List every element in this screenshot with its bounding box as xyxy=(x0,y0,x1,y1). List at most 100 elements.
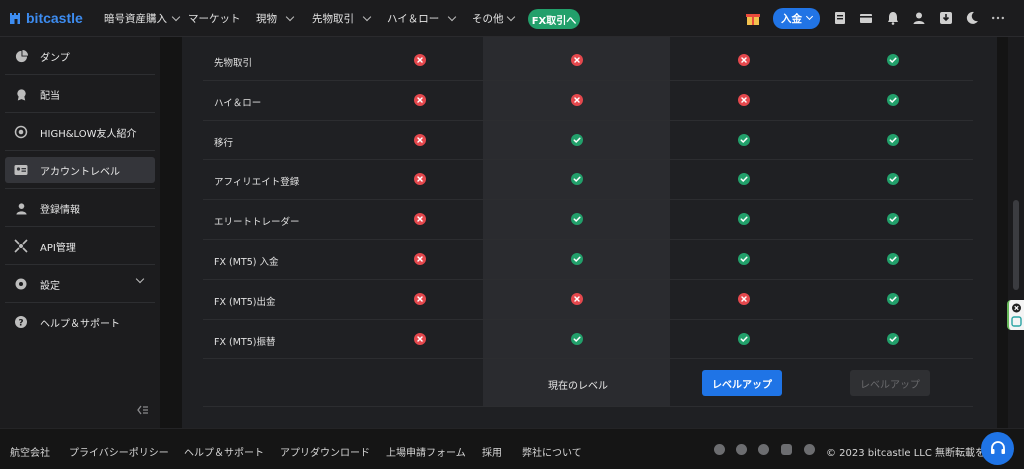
footer-link-careers[interactable]: 採用 xyxy=(482,444,502,459)
nav-spot[interactable]: 現物 xyxy=(256,0,295,37)
chevron-down-icon xyxy=(448,12,457,21)
divider xyxy=(203,120,973,121)
footer-link-app-download[interactable]: アプリダウンロード xyxy=(280,444,370,459)
table-row-label: FX (MT5)振替 xyxy=(214,336,276,348)
divider xyxy=(5,74,155,75)
cross-icon xyxy=(414,332,426,345)
sidebar-item-help-support[interactable]: ? ヘルプ＆サポート xyxy=(5,309,155,335)
check-icon xyxy=(887,253,899,265)
chevron-down-icon xyxy=(506,12,515,21)
deposit-label: 入金 xyxy=(781,13,802,25)
id-card-icon xyxy=(14,163,28,177)
copyright-text: © 2023 bitcastle LLC 無断転載を禁じ xyxy=(826,448,1006,459)
floating-widget[interactable] xyxy=(1007,300,1024,330)
divider xyxy=(5,112,155,113)
sidebar-item-dividend[interactable]: 配当 xyxy=(5,81,155,107)
level-up-button-disabled: レベルアップ xyxy=(850,370,930,396)
telegram-icon[interactable] xyxy=(758,444,769,455)
divider xyxy=(5,264,155,265)
nav-market[interactable]: マーケット xyxy=(188,0,241,37)
download-icon[interactable] xyxy=(939,11,953,25)
footer-link-listing-application[interactable]: 上場申請フォーム xyxy=(386,444,466,459)
more-icon[interactable] xyxy=(991,11,1005,25)
divider xyxy=(203,279,973,280)
cross-icon xyxy=(414,213,426,226)
deposit-button[interactable]: 入金 xyxy=(773,8,820,29)
medal-icon xyxy=(14,87,28,101)
chevron-down-icon xyxy=(805,12,814,21)
check-icon xyxy=(887,133,899,146)
sidebar-item-referral[interactable]: HIGH&LOW友人紹介 xyxy=(5,119,155,145)
divider xyxy=(203,159,973,160)
sidebar-item-settings[interactable]: 設定 xyxy=(5,271,155,297)
nav-label: その他 xyxy=(472,13,504,25)
person-icon xyxy=(14,201,28,215)
footer-link-airline[interactable]: 航空会社 xyxy=(10,444,50,459)
wallet-icon[interactable] xyxy=(859,11,873,25)
footer-link-privacy-policy[interactable]: プライバシーポリシー xyxy=(69,444,169,459)
fx-trade-button[interactable]: FX取引へ xyxy=(528,9,580,29)
collapse-sidebar-icon[interactable] xyxy=(137,405,149,415)
chevron-down-icon xyxy=(171,12,181,21)
level-up-button[interactable]: レベルアップ xyxy=(702,370,782,396)
nav-others[interactable]: その他 xyxy=(472,0,515,37)
footer-link-about-us[interactable]: 弊社について xyxy=(522,444,582,459)
instagram-icon[interactable] xyxy=(781,444,792,455)
headset-icon xyxy=(990,440,1005,454)
line-icon[interactable] xyxy=(804,444,815,455)
sidebar-item-label: 設定 xyxy=(40,280,60,292)
table-row-label: 移行 xyxy=(214,137,234,149)
nav-label: 暗号資産購入 xyxy=(104,13,167,25)
sidebar-item-api-management[interactable]: API管理 xyxy=(5,233,155,259)
divider xyxy=(203,406,973,407)
cross-icon xyxy=(414,133,426,146)
network-icon xyxy=(14,239,28,253)
divider xyxy=(5,188,155,189)
chevron-down-icon xyxy=(362,12,372,21)
cross-icon xyxy=(571,292,583,305)
target-icon xyxy=(14,125,28,139)
current-level-label: 現在のレベル xyxy=(548,381,608,392)
bell-icon[interactable] xyxy=(886,11,900,25)
chat-widget-icon[interactable] xyxy=(1011,316,1022,327)
check-icon xyxy=(571,253,583,265)
cross-icon xyxy=(414,292,426,305)
nav-high-low[interactable]: ハイ＆ロー xyxy=(387,0,457,37)
check-icon xyxy=(738,213,750,226)
cross-icon xyxy=(414,173,426,186)
sidebar-item-registration-info[interactable]: 登録情報 xyxy=(5,195,155,221)
svg-text:?: ? xyxy=(18,319,23,329)
x-icon[interactable] xyxy=(736,444,747,455)
sidebar-item-account-level[interactable]: アカウントレベル xyxy=(5,157,155,183)
table-row-label: FX (MT5)出金 xyxy=(214,296,276,308)
sidebar-item-label: API管理 xyxy=(40,242,76,254)
cross-icon xyxy=(414,93,426,106)
gift-icon[interactable] xyxy=(745,10,761,26)
moon-icon[interactable] xyxy=(965,11,979,25)
table-row-label: エリートトレーダー xyxy=(214,217,300,229)
sidebar-item-dump[interactable]: ダンプ xyxy=(5,43,155,69)
table-row-label: FX (MT5) 入金 xyxy=(214,257,279,268)
nav-crypto-purchase[interactable]: 暗号資産購入 xyxy=(104,0,181,37)
check-icon xyxy=(738,332,750,345)
check-icon xyxy=(571,133,583,146)
logo-text: bitcastle xyxy=(26,10,83,26)
cross-icon xyxy=(738,54,750,66)
bitcastle-logo[interactable]: bitcastle xyxy=(9,10,95,26)
check-icon xyxy=(887,332,899,345)
facebook-icon[interactable] xyxy=(714,444,725,455)
user-icon[interactable] xyxy=(912,11,926,25)
sidebar-item-label: アカウントレベル xyxy=(40,166,120,178)
table-row-label: アフィリエイト登録 xyxy=(214,177,300,189)
support-chat-button[interactable] xyxy=(981,432,1014,465)
divider xyxy=(5,302,155,303)
check-icon xyxy=(887,54,899,66)
sidebar-item-label: 配当 xyxy=(40,90,60,102)
nav-futures[interactable]: 先物取引 xyxy=(312,0,372,37)
sidebar-item-label: 登録情報 xyxy=(40,204,80,216)
document-icon[interactable] xyxy=(833,11,847,25)
footer-link-help-support[interactable]: ヘルプ＆サポート xyxy=(184,444,264,459)
scrollbar-thumb[interactable] xyxy=(1013,200,1019,290)
sidebar-item-label: ダンプ xyxy=(40,52,70,64)
sidebar-item-label: ヘルプ＆サポート xyxy=(40,318,120,330)
